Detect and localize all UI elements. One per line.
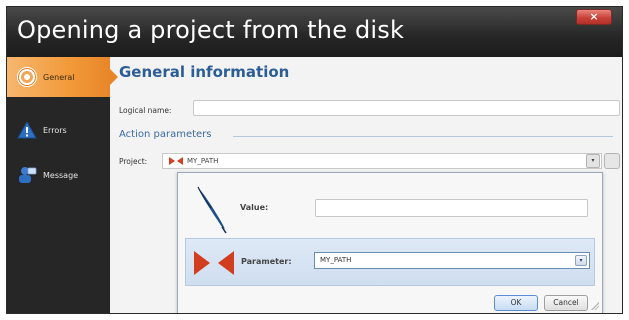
parameter-select[interactable]: MY_PATH ▾	[314, 252, 590, 269]
warning-icon	[17, 120, 37, 140]
sidebar-item-label: General	[43, 72, 75, 82]
window-title: Opening a project from the disk	[17, 16, 405, 44]
parameter-dropdown-button[interactable]: ▾	[575, 255, 587, 266]
section-title: General information	[119, 63, 290, 81]
parameter-value: MY_PATH	[320, 256, 352, 264]
action-parameters-title: Action parameters	[119, 129, 212, 140]
sidebar-item-label: Errors	[43, 125, 67, 135]
sidebar-item-label: Message	[43, 170, 79, 180]
logical-name-label: Logical name:	[119, 106, 172, 115]
ok-button[interactable]: OK	[494, 295, 538, 311]
feather-pen-icon	[192, 183, 232, 238]
sidebar: General Errors Message	[7, 57, 118, 313]
group-divider	[233, 136, 613, 137]
target-icon	[17, 67, 37, 87]
parameter-arrows-icon	[194, 251, 234, 275]
main-panel: General information Logical name: Action…	[110, 57, 622, 313]
cancel-button[interactable]: Cancel	[544, 295, 588, 311]
parameter-label: Parameter:	[241, 257, 292, 266]
close-button[interactable]: ×	[576, 9, 612, 25]
project-extra-button[interactable]	[604, 153, 620, 169]
parameter-row: Parameter: MY_PATH ▾	[185, 238, 595, 286]
logical-name-input[interactable]	[193, 100, 620, 116]
parameter-popup: Value: Parameter: MY_PATH ▾ OK Cancel	[177, 172, 603, 313]
user-message-icon	[17, 165, 37, 185]
sidebar-item-errors[interactable]: Errors	[7, 110, 110, 150]
value-label: Value:	[240, 203, 269, 212]
dialog-window: Opening a project from the disk × Genera…	[6, 6, 623, 314]
sidebar-item-general[interactable]: General	[7, 57, 118, 97]
sidebar-item-message[interactable]: Message	[7, 155, 110, 195]
title-bar: Opening a project from the disk ×	[7, 7, 622, 57]
resize-grip[interactable]	[591, 302, 599, 310]
project-value: MY_PATH	[187, 157, 219, 165]
project-select[interactable]: MY_PATH	[162, 153, 602, 169]
value-input[interactable]	[315, 199, 588, 217]
parameter-arrows-icon	[169, 157, 183, 165]
project-dropdown-button[interactable]: ▾	[586, 154, 600, 168]
project-label: Project:	[119, 157, 148, 166]
